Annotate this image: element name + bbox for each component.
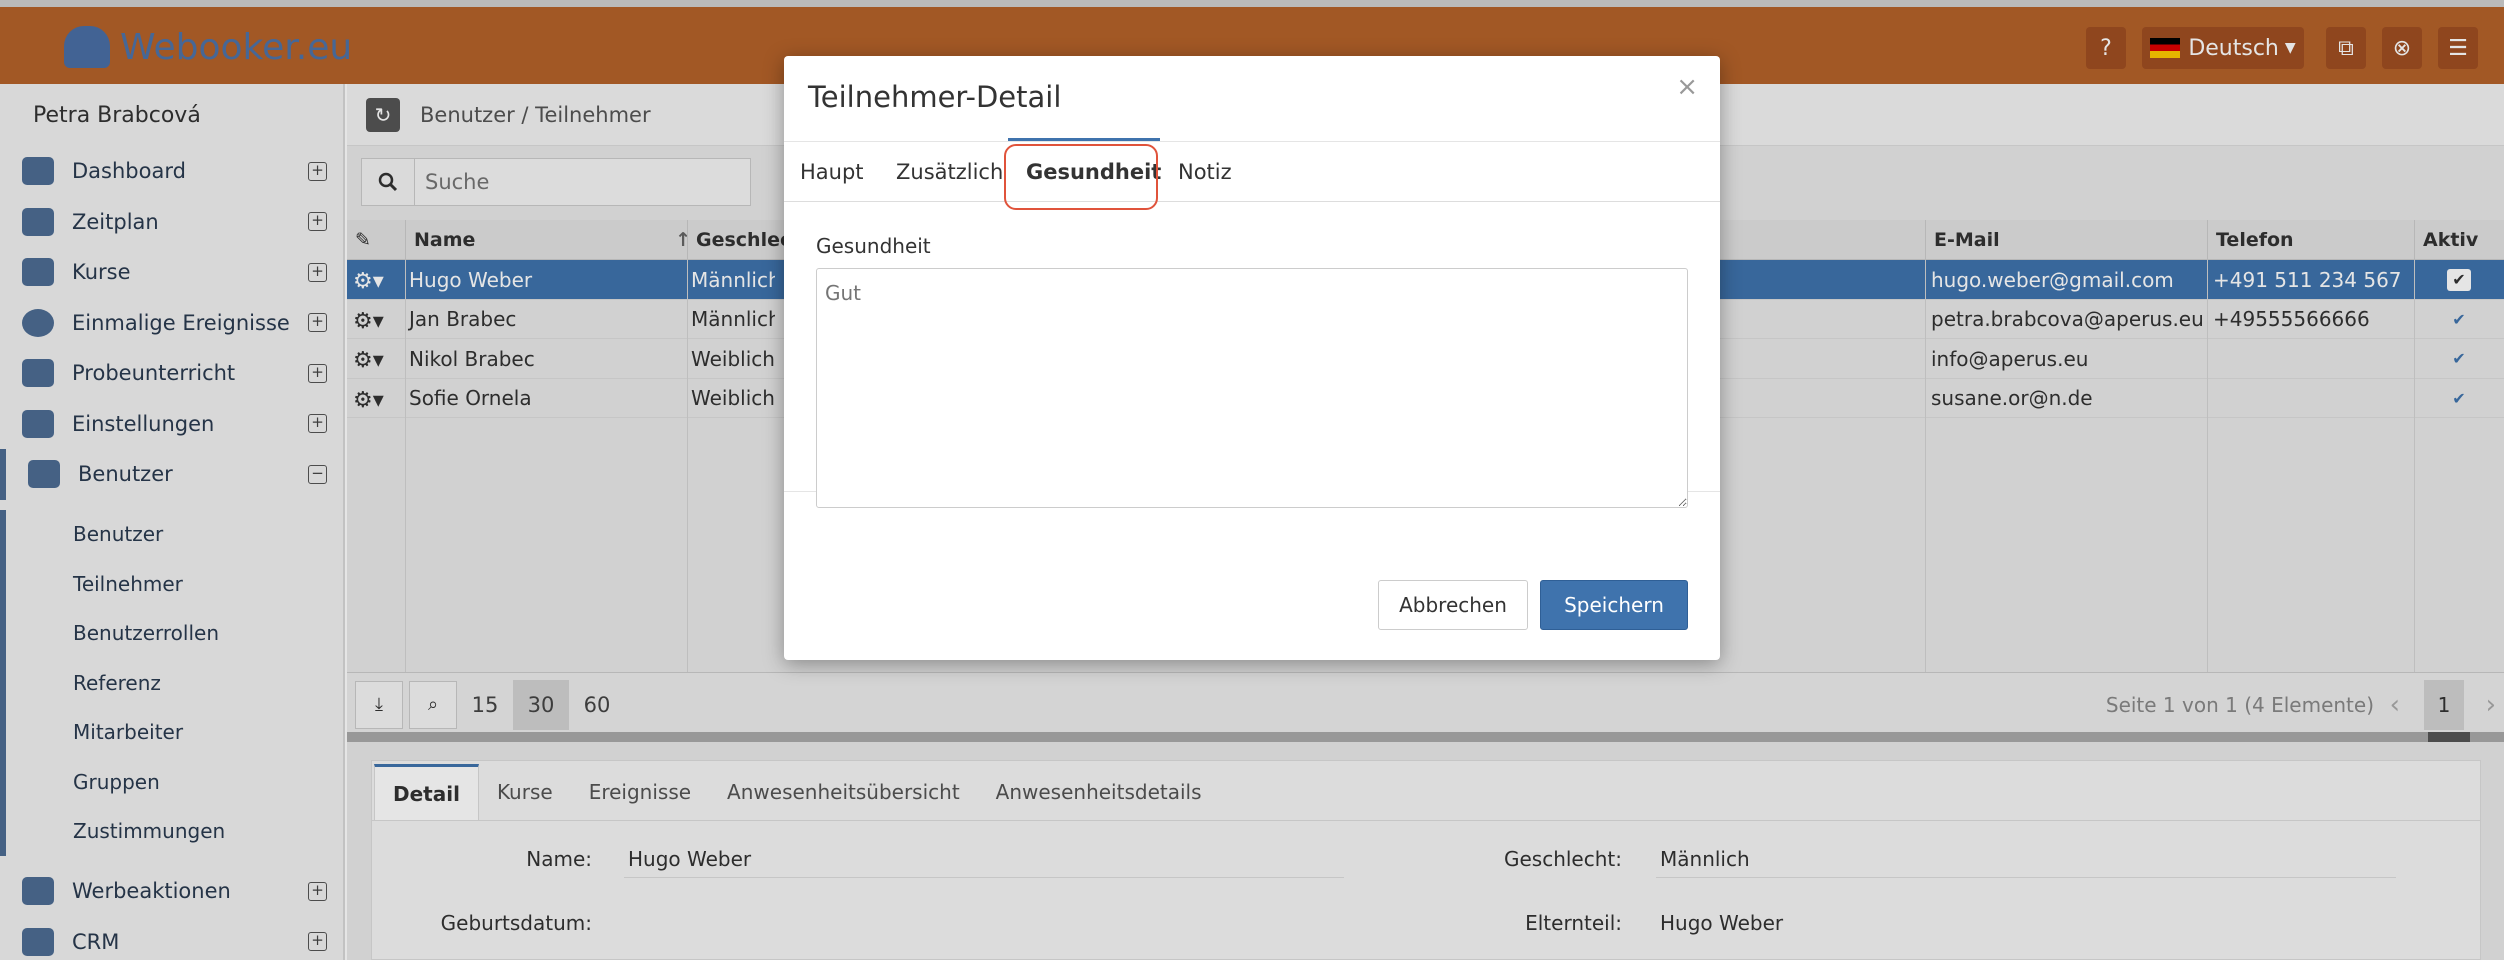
- cancel-button[interactable]: Abbrechen: [1378, 580, 1528, 630]
- tab-notiz[interactable]: Notiz: [1178, 142, 1232, 202]
- modal-footer: Abbrechen Speichern: [784, 550, 1720, 660]
- save-button[interactable]: Speichern: [1540, 580, 1688, 630]
- close-icon[interactable]: ×: [1676, 72, 1698, 102]
- modal-header: Teilnehmer-Detail ×: [784, 56, 1720, 142]
- modal-title: Teilnehmer-Detail: [808, 80, 1062, 114]
- active-tab-indicator: [1008, 138, 1160, 141]
- highlight-marker: [1004, 144, 1158, 210]
- modal-tabs: Haupt Zusätzlich Gesundheit Notiz: [784, 138, 1720, 210]
- tab-haupt[interactable]: Haupt: [800, 142, 864, 202]
- health-field-label: Gesundheit: [816, 234, 931, 258]
- tab-zusaetzlich[interactable]: Zusätzlich: [896, 142, 1003, 202]
- modal-body: Gesundheit: [784, 202, 1720, 508]
- participant-detail-modal: Teilnehmer-Detail × Haupt Zusätzlich Ges…: [784, 56, 1720, 660]
- health-textarea[interactable]: [816, 268, 1688, 508]
